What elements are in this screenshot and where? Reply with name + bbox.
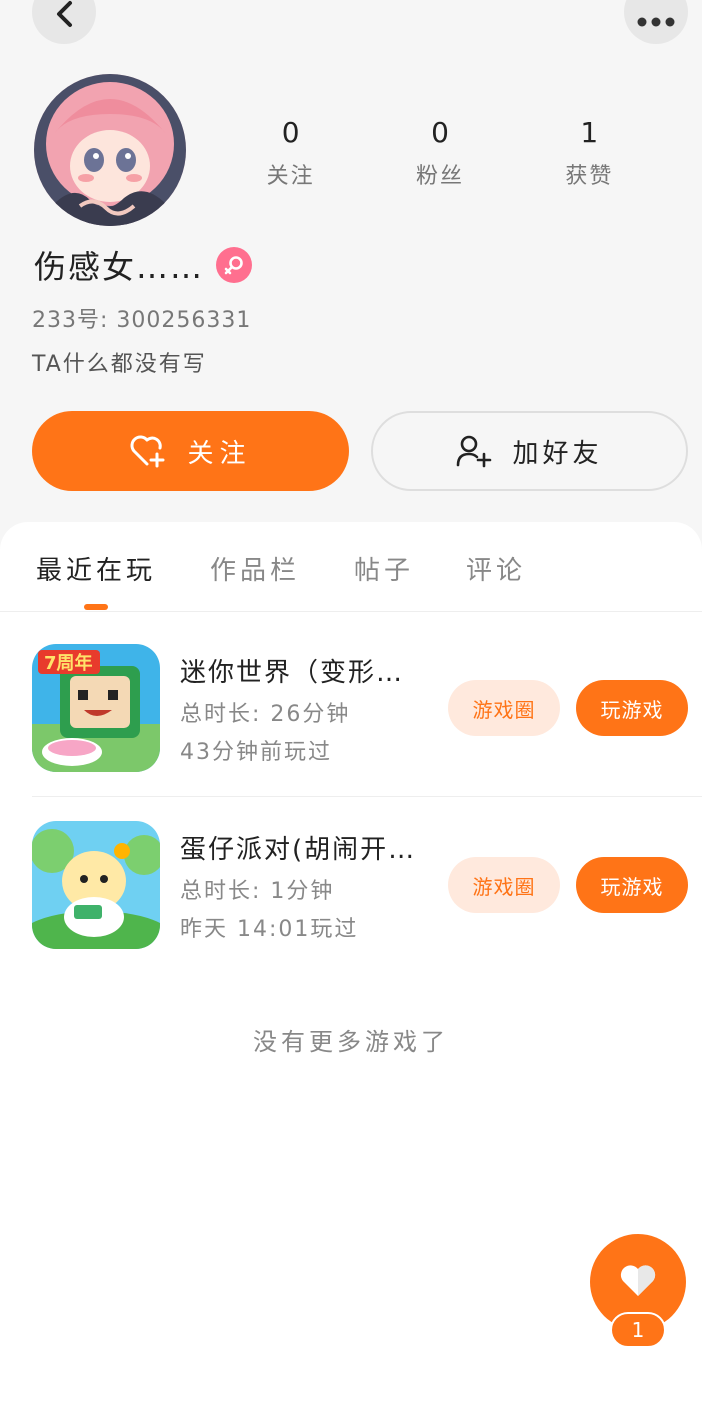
- follow-label: 关注: [187, 437, 252, 468]
- stat-following[interactable]: 0 关注: [216, 112, 365, 190]
- divider: [32, 796, 702, 797]
- tab-recent-play[interactable]: 最近在玩: [36, 550, 156, 587]
- nickname: 伤感女……: [34, 248, 205, 286]
- svg-text:7周年: 7周年: [44, 652, 93, 674]
- profile-stats: 0 关注 0 粉丝 1 获赞: [216, 112, 664, 190]
- stat-value: 1: [580, 116, 599, 149]
- add-user-icon: [456, 434, 492, 468]
- play-game-button[interactable]: 玩游戏: [576, 680, 688, 736]
- game-item[interactable]: 蛋仔派对(胡闹开… 总时长: 1分钟 昨天 14:01玩过 游戏圈 玩游戏: [32, 821, 688, 951]
- game-duration: 总时长: 26分钟: [180, 702, 351, 727]
- female-icon: [216, 247, 253, 283]
- tab-bar: 最近在玩 作品栏 帖子 评论: [0, 522, 702, 612]
- heart-plus-icon: [129, 434, 167, 468]
- avatar[interactable]: [34, 74, 186, 226]
- bio: TA什么都没有写: [32, 352, 207, 377]
- stat-label: 获赞: [565, 164, 614, 189]
- stat-likes[interactable]: 1 获赞: [515, 112, 664, 190]
- game-icon-mini-world[interactable]: 7周年: [32, 644, 160, 772]
- no-more-games-text: 没有更多游戏了: [253, 1028, 449, 1056]
- tab-indicator: [84, 604, 108, 610]
- tab-works[interactable]: 作品栏: [210, 550, 300, 587]
- stat-fans[interactable]: 0 粉丝: [365, 112, 514, 190]
- game-title: 蛋仔派对(胡闹开…: [180, 835, 417, 865]
- tab-comments[interactable]: 评论: [466, 550, 526, 587]
- stat-value: 0: [281, 116, 300, 149]
- add-friend-button[interactable]: 加好友: [371, 411, 688, 491]
- game-last-played: 昨天 14:01玩过: [180, 917, 359, 942]
- stat-label: 关注: [266, 164, 315, 189]
- game-circle-button[interactable]: 游戏圈: [448, 680, 560, 736]
- account-id: 233号: 300256331: [32, 308, 252, 333]
- game-title: 迷你世界（变形…: [180, 658, 405, 688]
- game-circle-button[interactable]: 游戏圈: [448, 857, 560, 913]
- heart-icon: [618, 1262, 658, 1302]
- add-friend-label: 加好友: [512, 437, 603, 468]
- profile-header: 0 关注 0 粉丝 1 获赞 伤感女…… 233号: 300256331 TA什…: [0, 0, 702, 520]
- game-last-played: 43分钟前玩过: [180, 740, 332, 765]
- like-count-badge: 1: [610, 1312, 666, 1348]
- stat-label: 粉丝: [415, 164, 464, 189]
- game-icon-eggy-party[interactable]: [32, 821, 160, 949]
- nickname-row: 伤感女……: [34, 242, 253, 288]
- game-item[interactable]: 7周年 迷你世界（变形… 总时长: 26分钟 43分钟前玩过 游戏圈 玩游戏: [32, 644, 688, 774]
- tab-posts[interactable]: 帖子: [354, 550, 414, 587]
- stat-value: 0: [431, 116, 449, 149]
- play-game-button[interactable]: 玩游戏: [576, 857, 688, 913]
- follow-button[interactable]: 关注: [32, 411, 349, 491]
- game-duration: 总时长: 1分钟: [180, 879, 335, 904]
